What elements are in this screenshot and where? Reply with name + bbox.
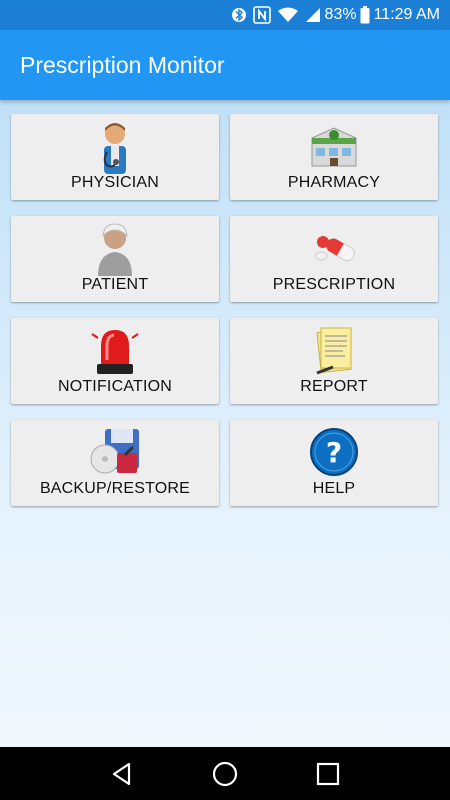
report-label: REPORT	[300, 378, 368, 395]
signal-icon	[305, 7, 321, 23]
battery-icon	[360, 6, 370, 24]
physician-button[interactable]: PHYSICIAN	[11, 114, 219, 200]
report-icon	[306, 322, 362, 378]
backup-restore-icon	[87, 424, 143, 480]
physician-icon	[87, 118, 143, 174]
nfc-icon	[252, 6, 271, 24]
patient-button[interactable]: PATIENT	[11, 216, 219, 302]
prescription-label: PRESCRIPTION	[272, 276, 396, 293]
svg-text:?: ?	[326, 436, 342, 469]
app-title: Prescription Monitor	[20, 51, 225, 78]
help-button[interactable]: ? HELP	[230, 420, 438, 506]
app-bar: Prescription Monitor	[0, 30, 450, 100]
notification-button[interactable]: NOTIFICATION	[11, 318, 219, 404]
report-button[interactable]: REPORT	[230, 318, 438, 404]
home-icon[interactable]	[205, 754, 245, 794]
bluetooth-icon	[231, 6, 246, 24]
battery-percent: 83%	[324, 6, 357, 23]
navigation-bar	[0, 747, 450, 800]
backup-restore-label: BACKUP/RESTORE	[39, 480, 191, 497]
pharmacy-label: PHARMACY	[287, 174, 381, 191]
notification-label: NOTIFICATION	[57, 378, 173, 395]
wifi-icon	[277, 7, 298, 23]
status-bar: 83% 11:29 AM	[0, 0, 450, 30]
patient-label: PATIENT	[81, 276, 149, 293]
back-icon[interactable]	[102, 754, 142, 794]
patient-icon	[87, 220, 143, 276]
pharmacy-button[interactable]: PHARMACY	[230, 114, 438, 200]
help-label: HELP	[312, 480, 356, 497]
help-icon: ?	[306, 424, 362, 480]
siren-icon	[87, 322, 143, 378]
backup-restore-button[interactable]: BACKUP/RESTORE	[11, 420, 219, 506]
physician-label: PHYSICIAN	[70, 174, 160, 191]
pharmacy-icon	[306, 118, 362, 174]
pills-icon	[306, 220, 362, 276]
clock: 11:29 AM	[373, 6, 440, 23]
recents-icon[interactable]	[308, 754, 348, 794]
prescription-button[interactable]: PRESCRIPTION	[230, 216, 438, 302]
